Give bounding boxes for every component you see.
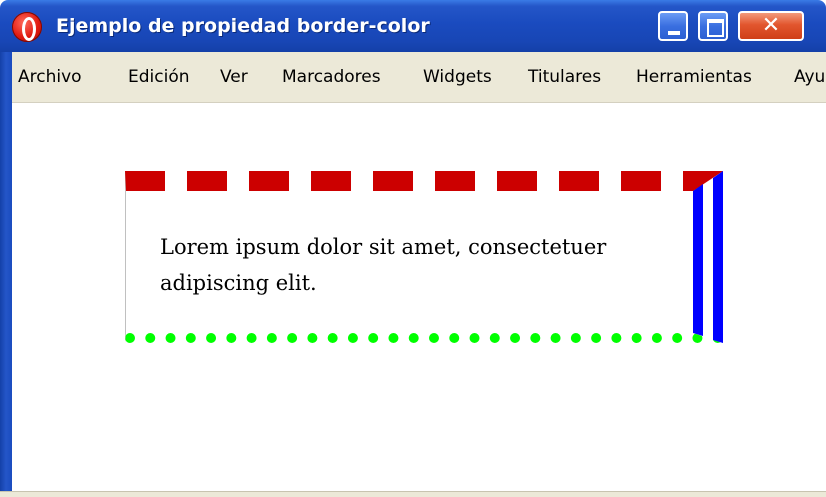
- close-icon: ✕: [761, 13, 781, 38]
- minimize-icon: [668, 31, 680, 35]
- border-color-demo-box: Lorem ipsum dolor sit amet, consectetuer…: [125, 171, 723, 343]
- opera-logo-icon[interactable]: [12, 12, 42, 42]
- menu-herramientas[interactable]: Herramientas: [636, 52, 752, 102]
- menu-ver[interactable]: Ver: [220, 52, 248, 102]
- menu-bar: Archivo Edición Ver Marcadores Widgets T…: [12, 52, 826, 103]
- menu-ayuda[interactable]: Ayu: [794, 52, 825, 102]
- browser-window: Ejemplo de propiedad border-color ✕ Arch…: [0, 0, 826, 497]
- window-title: Ejemplo de propiedad border-color: [56, 15, 430, 37]
- window-frame-left: [0, 52, 12, 497]
- bottom-edge: [0, 491, 826, 497]
- menu-widgets[interactable]: Widgets: [423, 52, 492, 102]
- menu-edicion[interactable]: Edición: [128, 52, 190, 102]
- maximize-icon: [707, 19, 724, 37]
- menu-archivo[interactable]: Archivo: [18, 52, 82, 102]
- maximize-button[interactable]: [698, 11, 728, 41]
- menu-marcadores[interactable]: Marcadores: [282, 52, 381, 102]
- page-content: Lorem ipsum dolor sit amet, consectetuer…: [12, 103, 826, 497]
- menu-titulares[interactable]: Titulares: [528, 52, 601, 102]
- lorem-paragraph: Lorem ipsum dolor sit amet, consectetuer…: [160, 235, 607, 295]
- close-button[interactable]: ✕: [738, 11, 804, 41]
- minimize-button[interactable]: [658, 11, 688, 41]
- title-bar[interactable]: Ejemplo de propiedad border-color ✕: [0, 0, 826, 52]
